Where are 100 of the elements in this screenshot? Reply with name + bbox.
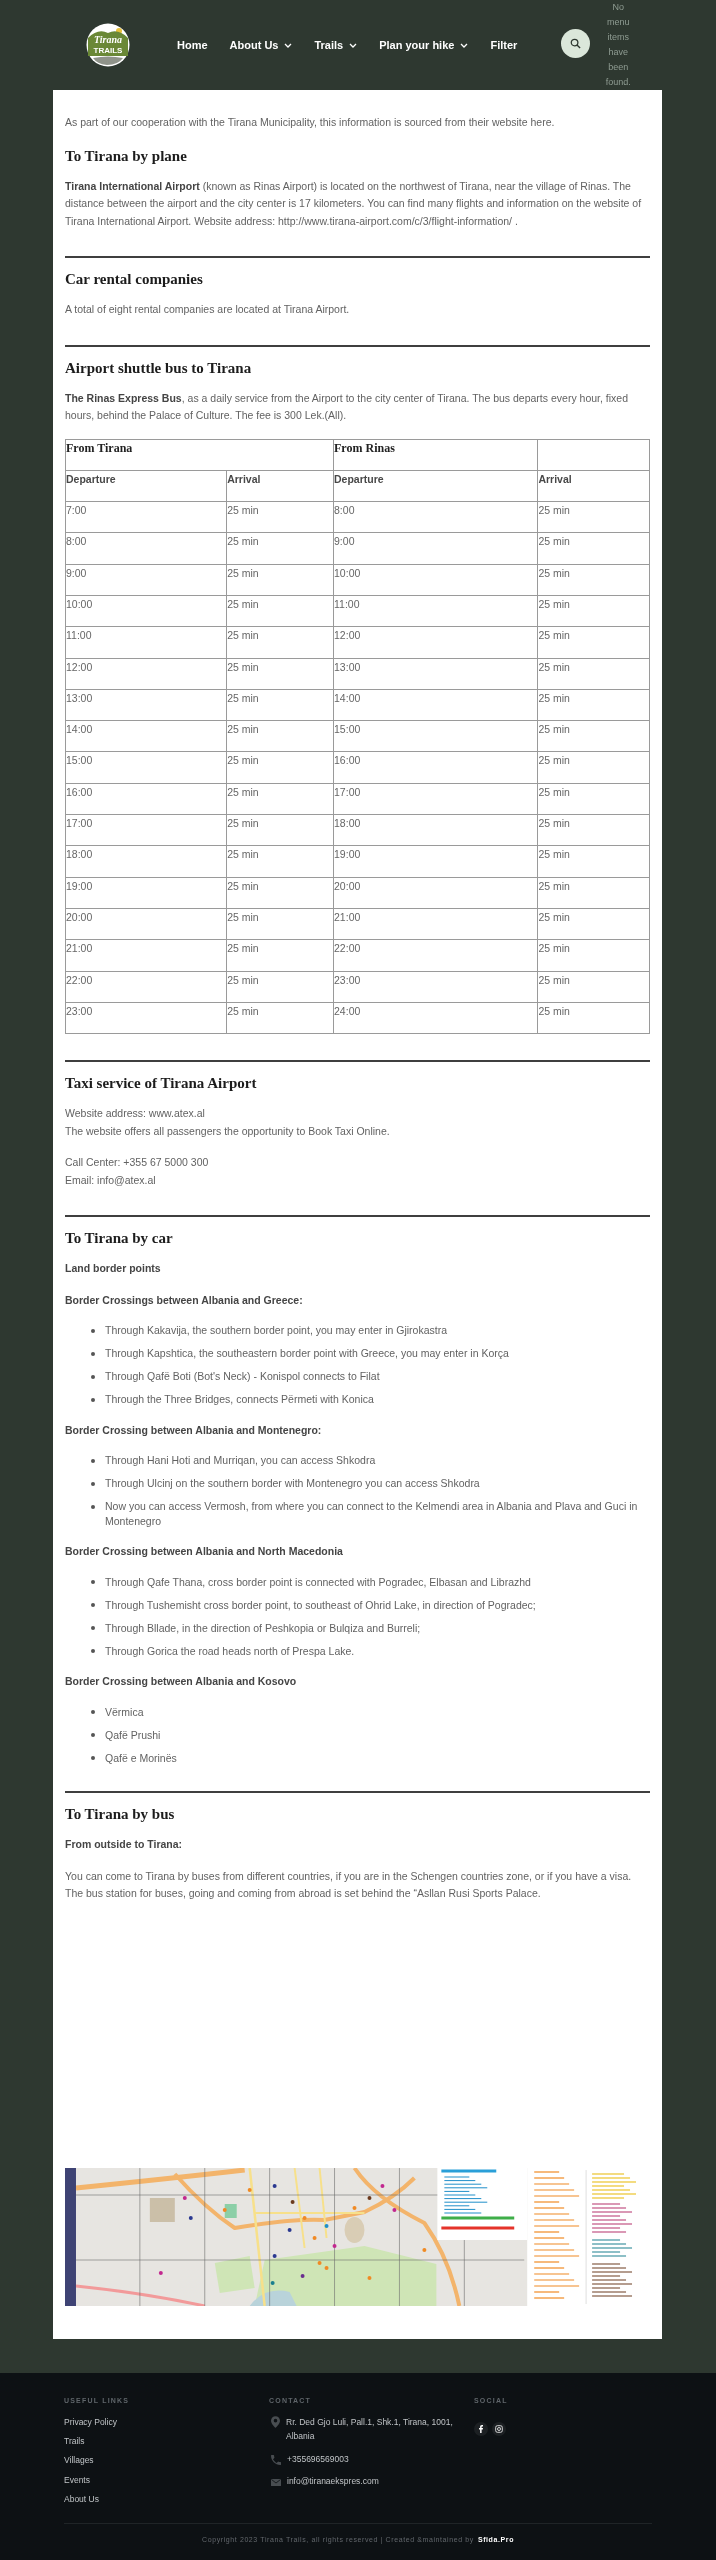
footer-link[interactable]: Privacy Policy: [64, 2416, 117, 2428]
subheading: Border Crossings between Albania and Greece:: [65, 1292, 304, 1308]
table-cell: 18:00: [333, 814, 538, 846]
table-cell: 25 min: [226, 501, 334, 533]
list-item: Through Qafe Thana, cross border point is connected with Pogradec, Elbasan and Librazhd: [105, 1574, 531, 1590]
list-item: Through the Three Bridges, connects Përmeti with Konica: [105, 1392, 374, 1407]
text-line: Email: info@atex.al: [65, 1172, 157, 1188]
subheading: Border Crossing between Albania and Montenegro:: [65, 1422, 323, 1438]
phone-number: +355696569003: [287, 2452, 349, 2466]
nav-link[interactable]: Plan your hike: [379, 38, 469, 52]
text-line: The website offers all passengers the opportunity to Book Taxi Online.: [65, 1123, 391, 1139]
subheading: Border Crossing between Albania and North Macedonia: [65, 1544, 344, 1560]
instagram-icon[interactable]: [492, 2421, 506, 2436]
list-item: Through Ulcinj on the southern border with Montenegro you can access Shkodra: [105, 1476, 480, 1491]
table-cell: 25 min: [537, 720, 650, 752]
text-line: Website address: www.atex.al: [65, 1106, 206, 1122]
table-cell: 25 min: [537, 877, 650, 909]
subheading: Border Crossing between Albania and Kosovo: [65, 1674, 298, 1690]
table-cell: 15:00: [65, 751, 227, 784]
table-cell: 16:00: [65, 783, 227, 815]
table-cell: 25 min: [226, 814, 334, 846]
list-item: Through Hani Hoti and Murriqan, you can access Shkodra: [105, 1453, 376, 1468]
table-cell: 25 min: [226, 751, 334, 784]
table-cell: 25 min: [537, 939, 650, 972]
table-cell: 21:00: [333, 908, 538, 940]
bullet-icon: [91, 1733, 95, 1738]
list-item: Now you can access Vermosh, from where you can connect to the Kelmendi area in Albania and Plava and Guci in Montenegro: [105, 1499, 639, 1529]
table-cell: 25 min: [226, 532, 334, 565]
table-cell: 25 min: [537, 908, 650, 940]
table-cell: 25 min: [226, 783, 334, 815]
table-cell: 11:00: [65, 626, 227, 659]
table-cell: 10:00: [333, 564, 538, 596]
bullet-icon: [91, 1580, 95, 1585]
table-cell: 14:00: [65, 720, 227, 752]
table-cell: 25 min: [537, 626, 650, 659]
table-cell: 25 min: [226, 908, 334, 940]
bullet-icon: [91, 1397, 95, 1402]
pin-icon: [271, 2416, 280, 2428]
footer-link[interactable]: Trails: [64, 2435, 85, 2448]
list-item: Through Kakavija, the southern border point, you may enter in Gjirokastra: [105, 1323, 447, 1338]
section-heading: Car rental companies: [65, 270, 204, 289]
footer-link[interactable]: About Us: [64, 2492, 99, 2505]
site-logo[interactable]: Tirana TRAILS: [86, 23, 130, 67]
table-group-header: From Rinas: [333, 439, 538, 471]
bullet-icon: [91, 1481, 95, 1486]
table-cell: 25 min: [537, 845, 650, 878]
bullet-icon: [91, 1710, 95, 1715]
list-item: Through Kapshtica, the southeastern border point with Greece, you may enter in Korça: [105, 1346, 509, 1361]
search-icon: [570, 37, 582, 49]
table-cell: 12:00: [333, 626, 538, 659]
list-item: Through Bllade, in the direction of Peshkopia or Bulqiza and Burreli;: [105, 1620, 421, 1636]
table-cell: 16:00: [333, 751, 538, 784]
table-cell: 25 min: [226, 877, 334, 909]
table-cell: 8:00: [65, 532, 227, 565]
nav-link[interactable]: Trails: [314, 38, 358, 52]
table-cell: 17:00: [333, 783, 538, 815]
section-heading: Taxi service of Tirana Airport: [65, 1074, 258, 1094]
bullet-icon: [91, 1649, 95, 1654]
list-item: Through Gorica the road heads north of Prespa Lake.: [105, 1643, 355, 1659]
subheading: From outside to Tirana:: [65, 1837, 184, 1853]
table-cell: 25 min: [226, 595, 334, 627]
address-text: Rr. Ded Gjo Luli, Pall.1, Shk.1, Tirana, 1001, Albania: [286, 2416, 454, 2443]
column-header: Arrival: [226, 470, 334, 502]
paragraph: The Rinas Express Bus, as a daily service from the Airport to the city center of Tirana. The bus departs every hour, fixed hours, behind the Palace of Culture. The fee is 300 Lek.(All).: [65, 390, 629, 423]
table-cell: 10:00: [65, 595, 227, 627]
search-button[interactable]: [561, 28, 591, 58]
caret-icon: [349, 42, 358, 48]
list-item: Vërmica: [105, 1704, 144, 1720]
table-cell: 25 min: [537, 783, 650, 815]
column-header: Arrival: [537, 470, 650, 502]
table-cell: 24:00: [333, 1002, 538, 1034]
table-cell: 9:00: [65, 564, 227, 596]
table-cell: 25 min: [226, 689, 334, 721]
bullet-icon: [91, 1756, 95, 1761]
table-cell: 25 min: [226, 564, 334, 596]
table-cell: 25 min: [226, 626, 334, 659]
subheading: Land border points: [65, 1261, 162, 1277]
section-heading: To Tirana by plane: [65, 146, 188, 166]
bullet-icon: [91, 1458, 95, 1463]
table-group-header: From Tirana: [65, 439, 334, 471]
nav-link[interactable]: About Us: [229, 38, 293, 52]
footer-link[interactable]: Villages: [64, 2454, 94, 2467]
bullet-icon: [91, 1328, 95, 1333]
nav-link[interactable]: Filter: [490, 38, 518, 52]
paragraph: You can come to Tirana by buses from different countries, if you are in the Schengen countries zone, or if you have a visa. The bus station for buses, going and coming from abroad is set behind the “Asllan Rusi Sports Palace.: [65, 1868, 633, 1902]
table-cell: 22:00: [333, 939, 538, 972]
bullet-icon: [91, 1603, 95, 1608]
table-cell: 9:00: [333, 532, 538, 565]
table-cell: 22:00: [65, 971, 227, 1003]
facebook-icon[interactable]: [474, 2421, 488, 2436]
nav-link[interactable]: Home: [177, 38, 208, 52]
bullet-icon: [91, 1374, 95, 1379]
table-cell: 23:00: [65, 1002, 227, 1034]
column-header: Departure: [333, 470, 538, 502]
intro-text: As part of our cooperation with the Tirana Municipality, this information is sourced from their website here.: [65, 115, 556, 130]
phone-icon: [271, 2454, 281, 2465]
paragraph: Tirana International Airport (known as Rinas Airport) is located on the northwest of Tirana, near the village of Rinas. The distance between the airport and the city center is 17 kilometers. You can find many flights and information on the website of Tirana International Airport. Website address: http://www.tirana-airport.com/c/3/flight-information/ .: [65, 178, 643, 229]
mail-icon: [271, 2478, 281, 2486]
footer-link[interactable]: Events: [64, 2473, 90, 2486]
bullet-icon: [91, 1504, 95, 1509]
